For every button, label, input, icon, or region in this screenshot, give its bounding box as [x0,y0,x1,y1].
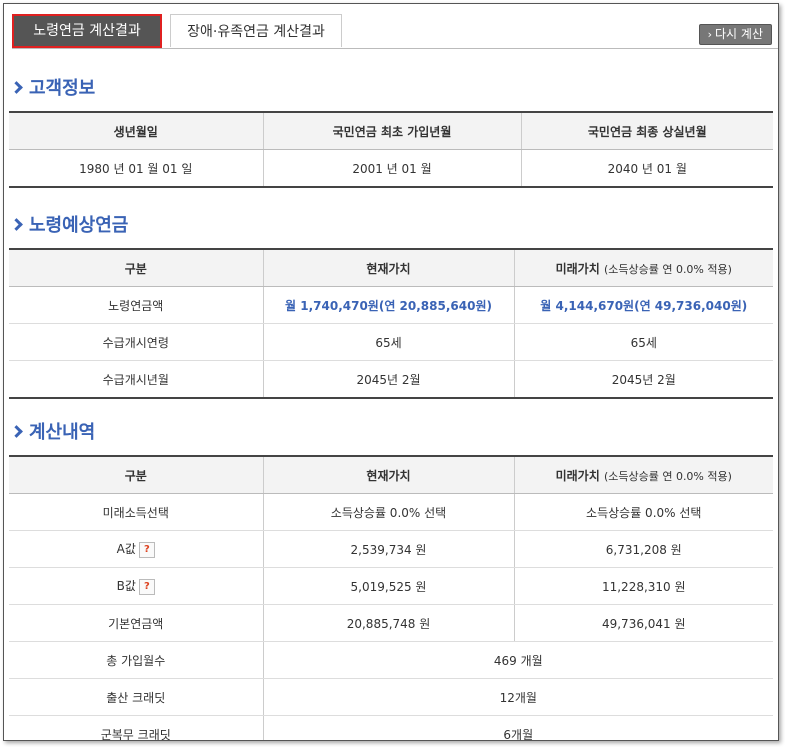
header-first-join: 국민연금 최초 가입년월 [263,112,522,150]
header-birthdate: 생년월일 [9,112,264,150]
table-row: 총 가입월수 469 개월 [9,641,773,679]
help-icon[interactable]: ? [138,541,155,558]
section-title-customer: 고객정보 [10,74,96,100]
cell-value: 49,736,041 원 [514,604,773,642]
table-header-row: 구분 현재가치 미래가치 (소득상승률 연 0.0% 적용) [9,249,773,287]
cell-value: 6,731,208 원 [514,530,773,568]
recalculate-button[interactable]: › 다시 계산 [698,24,772,45]
help-icon[interactable]: ? [138,578,155,595]
header-future-value: 미래가치 (소득상승률 연 0.0% 적용) [514,456,773,494]
cell-value: 2,539,734 원 [263,530,515,568]
chevron-right-icon: › [707,28,713,41]
section-title-calc-text: 계산내역 [29,422,96,443]
row-label: 출산 크래딧 [9,678,264,716]
pension-present-value: 월 1,740,470원(연 20,885,640원) [263,286,515,324]
table-row: 수급개시연령 65세 65세 [9,323,773,361]
table-header-row: 생년월일 국민연금 최초 가입년월 국민연금 최종 상실년월 [9,112,773,150]
cell-value: 469 개월 [263,641,773,679]
row-label: 군복무 크래딧 [9,715,264,740]
header-future-value-text: 미래가치 [555,261,600,276]
row-label: 기본연금액 [9,604,264,642]
last-loss-value: 2040 년 01 월 [521,149,773,188]
cell-value: 20,885,748 원 [263,604,515,642]
table-row: A값? 2,539,734 원 6,731,208 원 [9,530,773,568]
tab-bar: 노령연금 계산결과 장애·유족연금 계산결과 › 다시 계산 [12,14,778,49]
header-future-value-note: (소득상승률 연 0.0% 적용) [603,262,732,276]
chevron-right-icon [10,81,23,94]
cell-value: 6개월 [263,715,773,740]
result-window: 노령연금 계산결과 장애·유족연금 계산결과 › 다시 계산 고객정보 생년월일 … [3,3,779,741]
header-last-loss: 국민연금 최종 상실년월 [521,112,773,150]
table-row: 수급개시년월 2045년 2월 2045년 2월 [9,360,773,399]
pension-future-value: 월 4,144,670원(연 49,736,040원) [514,286,773,324]
row-label: 미래소득선택 [9,493,264,531]
cell-value: 11,228,310 원 [514,567,773,605]
header-category: 구분 [9,249,264,287]
section-title-calc: 계산내역 [10,418,96,444]
header-future-value-note: (소득상승률 연 0.0% 적용) [603,469,732,483]
birthdate-value: 1980 년 01 월 01 일 [9,149,264,188]
calculation-detail-table: 구분 현재가치 미래가치 (소득상승률 연 0.0% 적용) 미래소득선택 소득… [9,455,773,740]
customer-info-table: 생년월일 국민연금 최초 가입년월 국민연금 최종 상실년월 1980 년 01… [9,111,773,188]
header-category: 구분 [9,456,264,494]
row-label: B값? [9,567,264,605]
tab-disability-survivor-pension[interactable]: 장애·유족연금 계산결과 [170,14,342,47]
cell-value: 65세 [263,323,515,361]
row-label: 수급개시년월 [9,360,264,399]
expected-pension-table: 구분 현재가치 미래가치 (소득상승률 연 0.0% 적용) 노령연금액 월 1… [9,248,773,399]
a-value-label: A값 [116,542,136,557]
recalculate-label: 다시 계산 [715,27,763,41]
table-header-row: 구분 현재가치 미래가치 (소득상승률 연 0.0% 적용) [9,456,773,494]
table-row: 군복무 크래딧 6개월 [9,715,773,740]
table-row: B값? 5,019,525 원 11,228,310 원 [9,567,773,605]
chevron-right-icon [10,218,23,231]
row-label: 노령연금액 [9,286,264,324]
cell-value: 5,019,525 원 [263,567,515,605]
chevron-right-icon [10,425,23,438]
cell-value: 2045년 2월 [514,360,773,399]
table-row: 기본연금액 20,885,748 원 49,736,041 원 [9,604,773,642]
table-row: 미래소득선택 소득상승률 0.0% 선택 소득상승률 0.0% 선택 [9,493,773,531]
section-title-pension: 노령예상연금 [10,211,129,237]
header-present-value: 현재가치 [263,249,515,287]
b-value-label: B값 [116,579,136,594]
cell-value: 소득상승률 0.0% 선택 [514,493,773,531]
header-present-value: 현재가치 [263,456,515,494]
section-title-pension-text: 노령예상연금 [29,215,129,236]
tab-old-age-pension[interactable]: 노령연금 계산결과 [12,14,162,48]
cell-value: 65세 [514,323,773,361]
cell-value: 2045년 2월 [263,360,515,399]
section-title-customer-text: 고객정보 [29,78,96,99]
cell-value: 12개월 [263,678,773,716]
table-row: 1980 년 01 월 01 일 2001 년 01 월 2040 년 01 월 [9,149,773,188]
header-future-value-text: 미래가치 [555,468,600,483]
header-future-value: 미래가치 (소득상승률 연 0.0% 적용) [514,249,773,287]
row-label: A값? [9,530,264,568]
row-label: 총 가입월수 [9,641,264,679]
table-row: 출산 크래딧 12개월 [9,678,773,716]
first-join-value: 2001 년 01 월 [263,149,522,188]
row-label: 수급개시연령 [9,323,264,361]
table-row: 노령연금액 월 1,740,470원(연 20,885,640원) 월 4,14… [9,286,773,324]
cell-value: 소득상승률 0.0% 선택 [263,493,515,531]
